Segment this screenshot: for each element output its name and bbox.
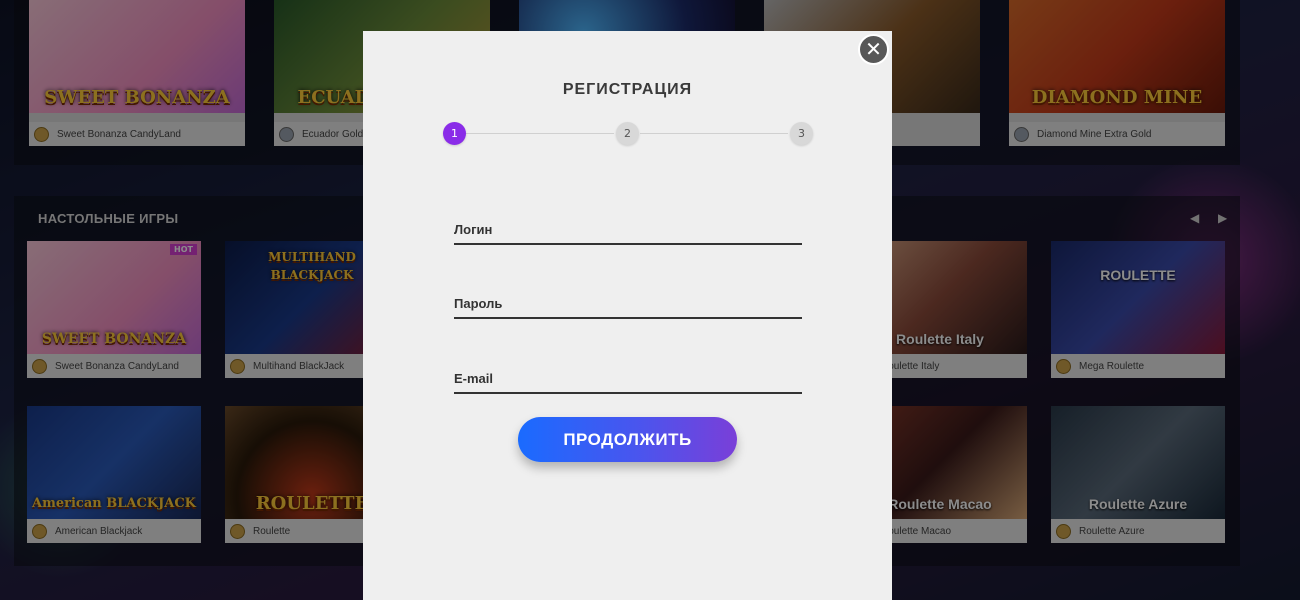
email-input[interactable] (454, 364, 802, 392)
continue-button[interactable]: ПРОДОЛЖИТЬ (518, 417, 737, 462)
step-indicator-2: 2 (616, 122, 639, 145)
step-connector (466, 133, 614, 134)
step-indicator-1: 1 (443, 122, 466, 145)
login-field (454, 215, 802, 245)
step-indicator-3: 3 (790, 122, 813, 145)
close-button[interactable]: ✕ (858, 34, 889, 65)
password-field (454, 289, 802, 319)
modal-title: РЕГИСТРАЦИЯ (562, 81, 693, 98)
email-field (454, 364, 802, 394)
step-connector (640, 133, 788, 134)
password-input[interactable] (454, 289, 802, 317)
login-input[interactable] (454, 215, 802, 243)
close-icon: ✕ (865, 37, 882, 61)
